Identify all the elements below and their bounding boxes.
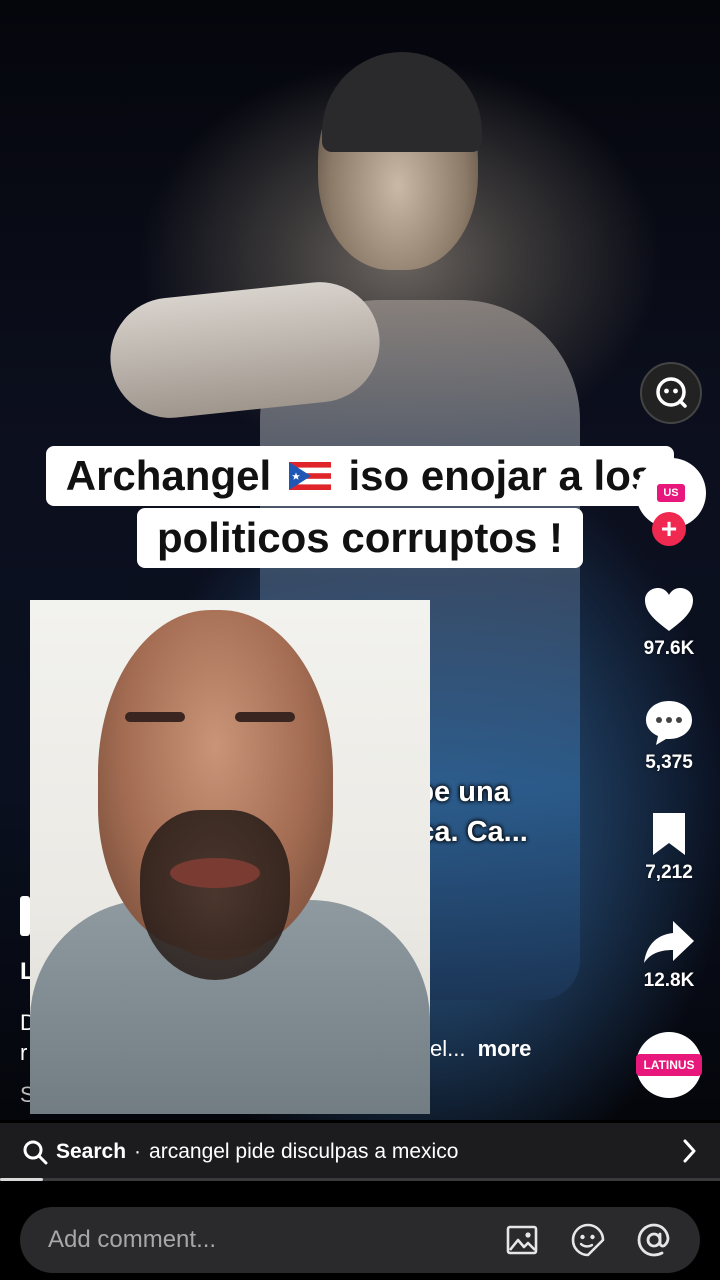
music-disc[interactable]: LATINUS <box>636 1032 702 1098</box>
video-progress-fill <box>0 1178 44 1181</box>
caption-text-end: iso enojar a los <box>348 452 655 499</box>
search-icon <box>22 1139 48 1165</box>
reactor-mouth <box>170 858 260 888</box>
comment-placeholder: Add comment... <box>48 1226 217 1253</box>
sticker-emoji-icon[interactable] <box>568 1220 608 1260</box>
reactor-left-brow <box>125 712 185 722</box>
search-query: arcangel pide disculpas a mexico <box>149 1140 459 1163</box>
reaction-camera-overlay <box>30 600 430 1114</box>
heart-icon <box>645 588 693 631</box>
comment-input[interactable]: Add comment... <box>20 1207 700 1273</box>
search-separator: · <box>134 1140 142 1163</box>
caption-line-2: politicos corruptos ! <box>0 508 720 568</box>
like-count: 97.6K <box>643 638 695 659</box>
bookmark-icon <box>653 813 685 855</box>
plus-icon: + <box>660 513 678 544</box>
caption-text-line2: politicos corruptos ! <box>136 508 583 568</box>
share-button[interactable]: 12.8K <box>636 918 702 992</box>
description-more[interactable]: el... more <box>430 1036 531 1062</box>
description-tail: el... <box>430 1036 466 1061</box>
search-label: Search <box>56 1140 127 1163</box>
share-arrow-icon <box>644 921 694 963</box>
reactor-right-brow <box>235 712 295 722</box>
comment-bar: Add comment... <box>0 1181 720 1280</box>
reactor-beard <box>140 810 290 980</box>
search-face-icon <box>656 377 687 408</box>
puerto-rico-flag-icon <box>288 461 331 490</box>
share-count: 12.8K <box>643 970 695 991</box>
description-fragment-2: r <box>20 1040 28 1065</box>
more-link[interactable]: more <box>478 1036 532 1061</box>
comment-count: 5,375 <box>645 752 693 773</box>
like-button[interactable]: 97.6K <box>636 586 702 660</box>
chevron-right-icon <box>682 1137 698 1165</box>
save-count: 7,212 <box>645 862 693 883</box>
ai-assistant-button[interactable] <box>640 362 702 424</box>
comment-bubble-icon <box>646 701 692 745</box>
music-badge: LATINUS <box>636 1054 702 1076</box>
image-icon[interactable] <box>502 1220 542 1260</box>
caption-text-start: Archangel <box>65 452 272 499</box>
mention-at-icon[interactable] <box>634 1220 674 1260</box>
comment-button[interactable]: 5,375 <box>636 698 702 774</box>
avatar-badge: US <box>657 484 685 502</box>
follow-button[interactable]: + <box>652 512 686 546</box>
video-progress-bar[interactable] <box>0 1178 720 1181</box>
author-badge-fragment <box>20 896 30 936</box>
search-suggestion-bar[interactable]: Search · arcangel pide disculpas a mexic… <box>0 1123 720 1181</box>
caption-line-1: Archangel iso enojar a los <box>0 446 720 506</box>
save-button[interactable]: 7,212 <box>636 810 702 884</box>
